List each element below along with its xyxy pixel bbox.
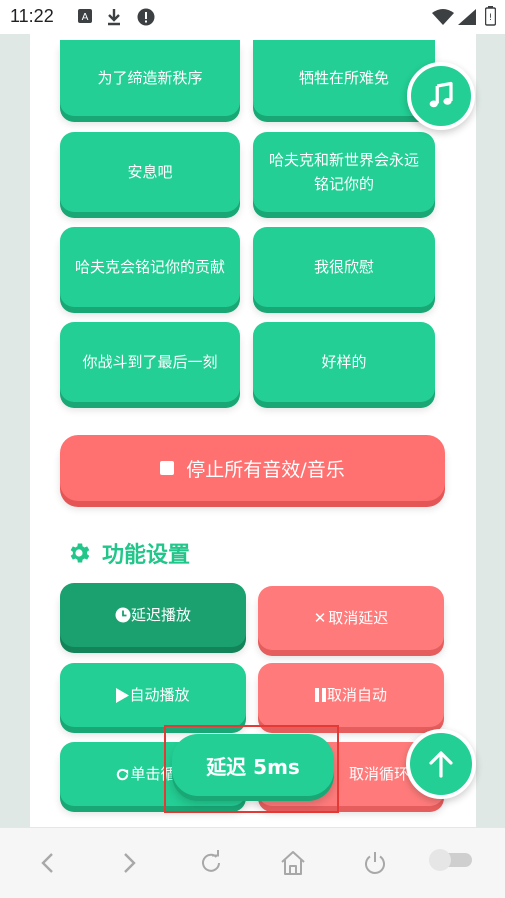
refresh-icon: [202, 850, 220, 872]
highlight-box: [164, 725, 339, 813]
sound-button-8[interactable]: 好样的: [253, 322, 435, 402]
redo-icon: [117, 768, 129, 780]
play-icon: [116, 687, 130, 703]
pause-icon: [314, 688, 326, 702]
alert-icon: [137, 8, 155, 26]
delay-play-label: 延迟播放: [130, 606, 191, 624]
stop-all-button[interactable]: 停止所有音效/音乐: [60, 435, 445, 501]
cancel-loop-label: 取消循环: [348, 765, 409, 783]
sound-button-6[interactable]: 我很欣慰: [253, 227, 435, 307]
clock-icon: [115, 607, 131, 623]
signal-icon: [458, 9, 476, 25]
cancel-delay-label: 取消延迟: [328, 609, 389, 627]
sound-button-3[interactable]: 安息吧: [60, 132, 240, 212]
stop-icon: [160, 461, 175, 475]
download-icon: [108, 9, 120, 26]
toggle-switch[interactable]: [428, 848, 474, 872]
power-button[interactable]: [360, 848, 390, 878]
forward-button[interactable]: [114, 848, 144, 878]
sound-button-5[interactable]: 哈夫克会铭记你的贡献: [60, 227, 240, 307]
music-fab[interactable]: [407, 62, 475, 130]
home-button[interactable]: [278, 848, 308, 878]
status-bar: 11:22 A !: [0, 0, 505, 34]
stop-all-label: 停止所有音效/音乐: [186, 458, 345, 481]
cancel-auto-button[interactable]: 取消自动: [258, 663, 444, 727]
back-icon: [41, 853, 53, 873]
sound-button-1[interactable]: 为了缔造新秩序: [60, 40, 240, 116]
forward-icon: [124, 853, 136, 873]
refresh-button[interactable]: [196, 848, 226, 878]
settings-title-text: 功能设置: [102, 543, 191, 568]
cancel-auto-label: 取消自动: [326, 686, 387, 704]
svg-text:A: A: [82, 12, 89, 23]
gear-icon: [70, 543, 90, 563]
x-icon: ✕: [313, 609, 327, 627]
status-time: 11:22: [10, 6, 54, 26]
keyboard-a-icon: A: [78, 9, 92, 23]
delay-play-button[interactable]: 延迟播放: [60, 583, 246, 647]
sound-button-4[interactable]: 哈夫克和新世界会永远铭记你的: [253, 132, 435, 212]
arrow-up-icon: [429, 751, 453, 778]
battery-icon: !: [485, 6, 496, 26]
auto-play-label: 自动播放: [129, 686, 190, 704]
auto-play-button[interactable]: 自动播放: [60, 663, 246, 727]
home-icon: [281, 851, 305, 875]
sound-button-7[interactable]: 你战斗到了最后一刻: [60, 322, 240, 402]
svg-text:!: !: [489, 13, 493, 23]
power-icon: [365, 852, 385, 874]
scroll-top-button[interactable]: [406, 729, 476, 799]
cancel-delay-button[interactable]: ✕ 取消延迟: [258, 586, 444, 650]
wifi-icon: [432, 9, 454, 25]
music-note-icon: [429, 81, 453, 108]
back-button[interactable]: [33, 848, 63, 878]
settings-title: 功能设置: [66, 536, 190, 570]
